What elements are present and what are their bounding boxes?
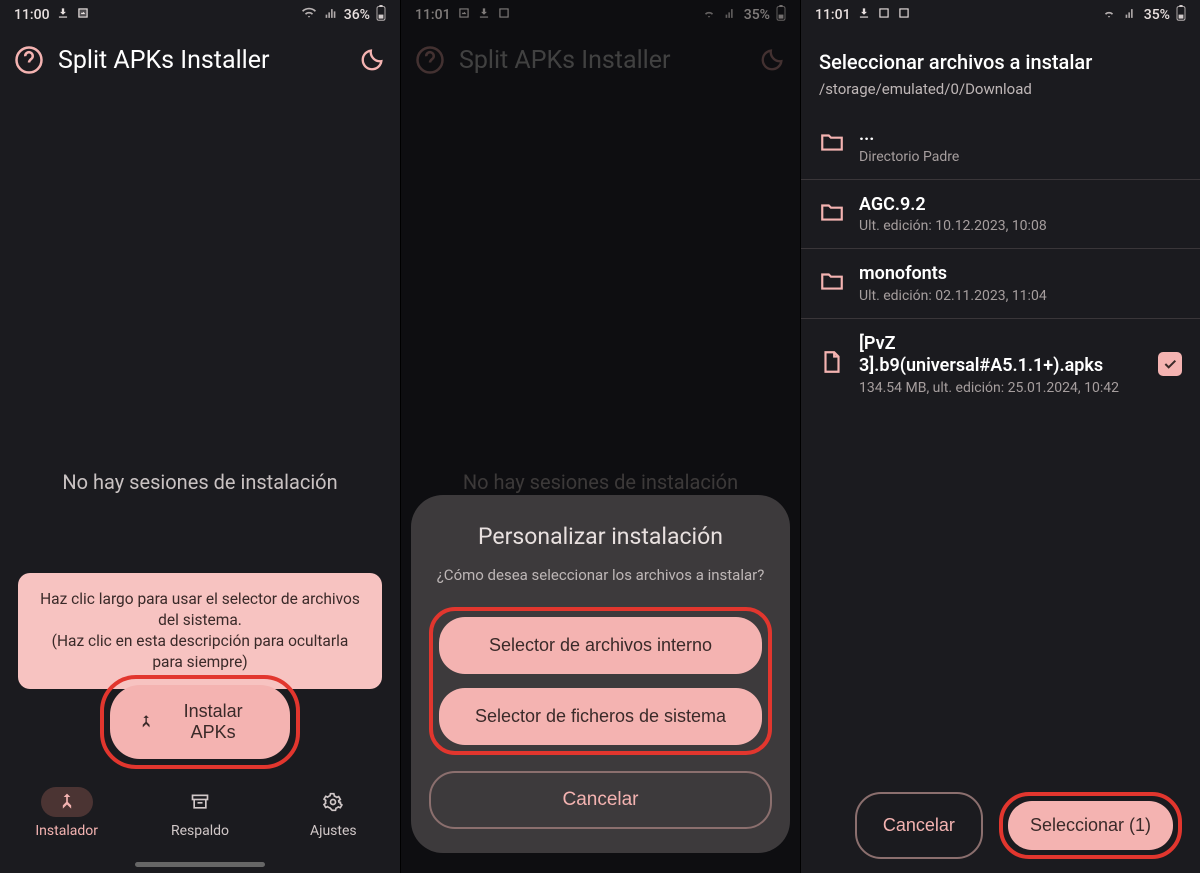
status-bar: 11:00 36% [0, 0, 400, 30]
nav-backup-label: Respaldo [171, 823, 229, 839]
screen-installer-home: 11:00 36% Split APKs Installer No hay se… [0, 0, 400, 873]
customize-install-dialog: Personalizar instalación ¿Cómo desea sel… [411, 495, 790, 854]
file-icon [819, 349, 845, 379]
folder-icon [819, 199, 845, 229]
list-item[interactable]: AGC.9.2 Ult. edición: 10.12.2023, 10:08 [801, 179, 1200, 249]
file-meta: Directorio Padre [859, 149, 1182, 165]
install-highlight: Instalar APKs [100, 675, 300, 769]
file-name: ... [859, 124, 1182, 147]
battery-text: 36% [344, 7, 370, 23]
wifi-icon [1101, 6, 1117, 24]
archive-icon [190, 792, 210, 812]
file-meta: Ult. edición: 10.12.2023, 10:08 [859, 218, 1182, 234]
screen-picker-dialog: 11:01 35% Split APKs Installer No hay se… [400, 0, 800, 873]
help-icon[interactable] [14, 45, 44, 75]
dialog-subtitle: ¿Cómo desea seleccionar los archivos a i… [429, 566, 772, 586]
merge-icon [138, 713, 154, 731]
file-name: monofonts [859, 263, 1182, 286]
file-picker-path: /storage/emulated/0/Download [819, 80, 1182, 98]
system-file-picker-button[interactable]: Selector de ficheros de sistema [439, 688, 762, 745]
folder-icon [819, 129, 845, 159]
status-time: 11:01 [815, 7, 851, 23]
nav-backup[interactable]: Respaldo [133, 787, 266, 873]
install-button-label: Instalar APKs [164, 701, 262, 743]
gesture-bar [135, 862, 265, 867]
dialog-cancel-button[interactable]: Cancelar [429, 771, 772, 829]
list-item[interactable]: monofonts Ult. edición: 02.11.2023, 11:0… [801, 248, 1200, 318]
file-picker-select-button[interactable]: Seleccionar (1) [1008, 801, 1173, 850]
nav-settings[interactable]: Ajustes [267, 787, 400, 873]
install-apks-button[interactable]: Instalar APKs [110, 685, 290, 759]
battery-icon [1176, 5, 1186, 25]
image-icon [897, 6, 911, 24]
app-header: Split APKs Installer [0, 30, 400, 90]
bottom-nav: Instalador Respaldo Ajustes [0, 777, 400, 873]
nav-installer-label: Instalador [35, 823, 98, 839]
internal-file-picker-button[interactable]: Selector de archivos interno [439, 617, 762, 674]
app-title: Split APKs Installer [58, 46, 344, 75]
wifi-icon [301, 6, 317, 24]
download-icon [857, 6, 871, 24]
moon-icon[interactable] [358, 46, 386, 74]
file-name: [PvZ 3].b9(universal#A5.1.1+).apks [859, 333, 1144, 378]
tooltip-line-2: (Haz clic en esta descripción para ocult… [52, 632, 349, 671]
gear-icon [323, 792, 343, 812]
image-icon [76, 6, 90, 24]
download-icon [56, 6, 70, 24]
file-meta: Ult. edición: 02.11.2023, 11:04 [859, 288, 1182, 304]
battery-text: 35% [1144, 7, 1170, 23]
status-time: 11:00 [14, 7, 50, 23]
list-item-selected[interactable]: [PvZ 3].b9(universal#A5.1.1+).apks 134.5… [801, 318, 1200, 410]
nav-installer[interactable]: Instalador [0, 787, 133, 873]
signal-icon [323, 7, 338, 24]
file-meta: 134.54 MB, ult. edición: 25.01.2024, 10:… [859, 380, 1144, 396]
select-highlight: Seleccionar (1) [999, 792, 1182, 859]
list-item-parent[interactable]: ... Directorio Padre [801, 110, 1200, 179]
signal-icon [1123, 7, 1138, 24]
merge-icon [57, 792, 77, 812]
hint-tooltip[interactable]: Haz clic largo para usar el selector de … [18, 573, 382, 689]
file-picker-title: Seleccionar archivos a instalar [819, 50, 1182, 74]
screen-file-browser: 11:01 35% Seleccionar archivos a instala… [800, 0, 1200, 873]
image-icon [877, 6, 891, 24]
dialog-options-highlight: Selector de archivos interno Selector de… [429, 607, 772, 755]
dialog-title: Personalizar instalación [429, 523, 772, 550]
nav-settings-label: Ajustes [310, 823, 357, 839]
file-picker-cancel-button[interactable]: Cancelar [855, 792, 983, 859]
file-name: AGC.9.2 [859, 194, 1182, 217]
file-picker-header: Seleccionar archivos a instalar /storage… [801, 30, 1200, 110]
battery-icon [376, 5, 386, 25]
status-bar: 11:01 35% [801, 0, 1200, 30]
checkbox-checked-icon[interactable] [1158, 352, 1182, 376]
file-picker-actions: Cancelar Seleccionar (1) [801, 792, 1200, 859]
tooltip-line-1: Haz clic largo para usar el selector de … [40, 590, 360, 629]
folder-icon [819, 268, 845, 298]
file-list[interactable]: ... Directorio Padre AGC.9.2 Ult. edició… [801, 110, 1200, 873]
